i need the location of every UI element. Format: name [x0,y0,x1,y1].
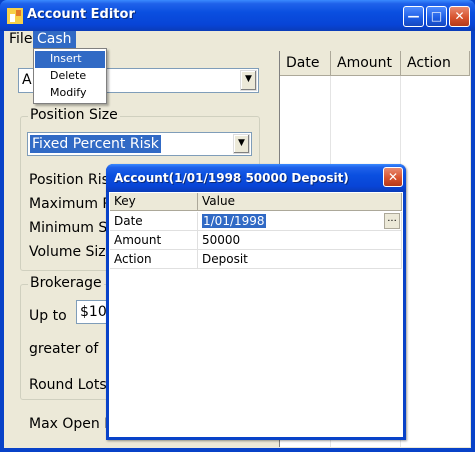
grid-value-action[interactable]: Deposit [198,250,402,269]
menu-item-insert[interactable]: Insert [35,51,105,68]
grid-header-key[interactable]: Key [110,193,198,211]
ellipsis-icon[interactable]: ... [384,213,400,229]
column-header-amount[interactable]: Amount [331,51,401,76]
minimize-icon: — [407,9,420,23]
round-lots-label: Round Lots [29,377,107,393]
column-header-date[interactable]: Date [280,51,331,76]
cash-menu: Insert Delete Modify [33,48,107,104]
close-icon: ✕ [454,9,465,23]
grid-header-value[interactable]: Value [198,193,402,211]
brokerage-group-label: Brokerage [28,275,104,291]
menu-file[interactable]: File [5,31,36,48]
maximize-icon: □ [430,9,443,23]
dropdown-arrow-icon[interactable]: ▼ [240,70,257,91]
grid-value-date[interactable]: 1/01/1998 [198,212,402,231]
maximize-button[interactable]: □ [426,6,447,27]
maximum-label: Maximum P [29,196,111,212]
date-value-text: 1/01/1998 [202,214,266,228]
position-size-value: Fixed Percent Risk [30,135,161,153]
volume-size-label: Volume Siz [29,244,106,260]
minimum-label: Minimum S [29,220,108,236]
greater-of-label: greater of [29,341,99,357]
app-icon [7,8,23,24]
grid-key-date: Date [110,212,198,231]
dropdown-arrow-icon[interactable]: ▼ [233,134,250,154]
account-combo-value: A [22,72,32,88]
position-size-combo[interactable]: Fixed Percent Risk ▼ [27,132,252,156]
dialog-close-button[interactable]: ✕ [383,167,403,187]
close-button[interactable]: ✕ [449,6,470,27]
grid-key-action: Action [110,250,198,269]
position-risk-label: Position Ris [29,172,109,188]
grid-value-amount[interactable]: 50000 [198,231,402,250]
menu-item-delete[interactable]: Delete [35,68,105,85]
position-size-group-label: Position Size [28,107,120,123]
up-to-label: Up to [29,308,67,324]
column-header-action[interactable]: Action [401,51,470,76]
menu-cash[interactable]: Cash [33,31,76,48]
minimize-button[interactable]: — [403,6,424,27]
menu-item-modify[interactable]: Modify [35,85,105,102]
grid-key-amount: Amount [110,231,198,250]
close-icon: ✕ [387,170,399,184]
window-title: Account Editor [27,7,135,22]
dialog-title: Account(1/01/1998 50000 Deposit) [114,171,349,185]
